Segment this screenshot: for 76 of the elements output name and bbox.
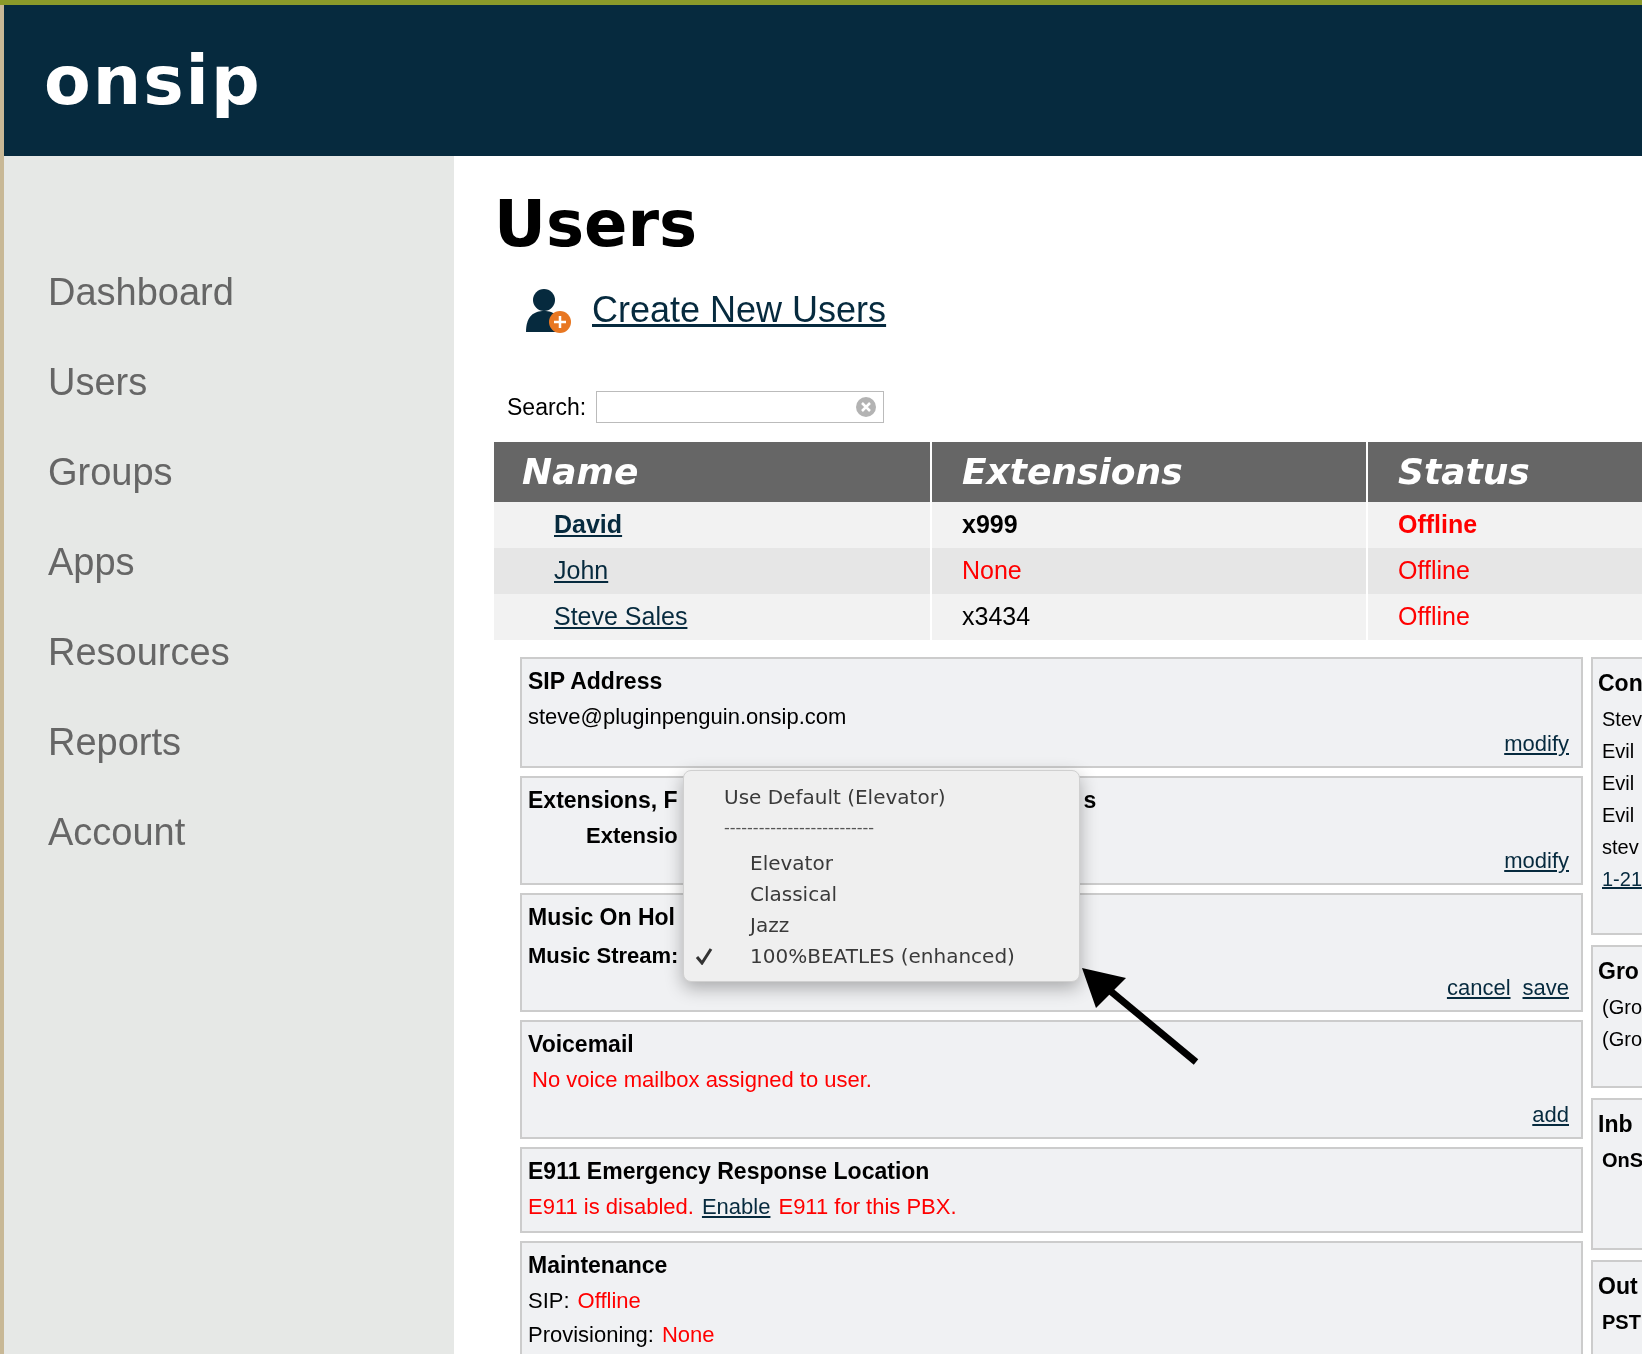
panel-title: E911 Emergency Response Location <box>528 1156 930 1186</box>
table-row[interactable]: John None Offline <box>494 548 1642 594</box>
sidebar-item[interactable]: Dashboard <box>48 273 234 311</box>
enable-link[interactable]: Enable <box>701 1189 771 1223</box>
search-label: Search: <box>507 392 587 422</box>
action-link[interactable]: add <box>1532 1098 1569 1131</box>
panel-title: Voicemail <box>528 1029 634 1059</box>
action-link[interactable]: save <box>1522 971 1569 1004</box>
column-header[interactable]: Extensions <box>962 445 1183 499</box>
field-text: (Gro <box>1602 995 1642 1020</box>
extension-text: x3434 <box>962 601 1031 633</box>
panel-title: Con <box>1598 668 1642 698</box>
action-link[interactable]: modify <box>1504 727 1569 760</box>
sidebar-item[interactable]: Groups <box>48 453 173 491</box>
column-header[interactable]: Status <box>1398 445 1530 499</box>
field-text: (Gro <box>1602 1027 1642 1052</box>
search-field[interactable] <box>596 391 885 423</box>
alert-text: E911 is disabled. <box>528 1192 694 1221</box>
page-title: Users <box>494 186 699 263</box>
field-text: steve@pluginpenguin.onsip.com <box>528 702 847 731</box>
create-users-link[interactable]: Create New Users <box>592 292 887 328</box>
panel-title: Music On Hol <box>528 902 675 932</box>
status-text: Offline <box>1398 601 1470 633</box>
action-link[interactable]: cancel <box>1446 971 1511 1004</box>
user-name-link[interactable]: Steve Sales <box>554 598 688 636</box>
user-name-link[interactable]: John <box>554 552 609 590</box>
table-row[interactable]: David x999 Offline <box>494 502 1642 548</box>
menu-row[interactable]: Use Default (Elevator) <box>684 781 1079 812</box>
user-name-link[interactable]: David <box>554 506 623 544</box>
field-text: PST <box>1602 1310 1641 1335</box>
link[interactable]: 1-21 <box>1602 864 1642 894</box>
field-text: OnS <box>1602 1148 1642 1173</box>
field-text: stev <box>1602 835 1639 860</box>
add-user-icon[interactable] <box>524 286 572 334</box>
panel-title: Out <box>1598 1271 1639 1301</box>
menu-item: Elevator <box>749 849 833 877</box>
alert-text: E911 for this PBX. <box>778 1192 957 1221</box>
sidebar-item[interactable]: Account <box>48 813 186 851</box>
field-text: Stev <box>1602 707 1642 732</box>
field-text: Evil <box>1602 739 1635 764</box>
field-text: Music Stream: <box>528 941 679 970</box>
panel-title: Extensions, F <box>528 785 678 815</box>
menu-row[interactable]: 100%BEATLES (enhanced) <box>684 940 1079 971</box>
field-text: Extensio <box>586 821 678 850</box>
field-text: Evil <box>1602 803 1635 828</box>
table-row[interactable]: Steve Sales x3434 Offline <box>494 594 1642 640</box>
panel-title: Inb <box>1598 1109 1634 1139</box>
sidebar-item[interactable]: Apps <box>48 543 135 581</box>
status-text: Offline <box>1398 509 1478 541</box>
sidebar-item[interactable]: Reports <box>48 723 182 761</box>
panel-title: s <box>1083 785 1097 815</box>
column-header[interactable]: Name <box>522 445 639 499</box>
extension-text: x999 <box>962 509 1018 541</box>
alert-text: None <box>661 1320 715 1349</box>
field-text: Provisioning: <box>528 1320 654 1349</box>
field-text: SIP: <box>528 1286 570 1315</box>
field-text: Evil <box>1602 771 1635 796</box>
menu-row[interactable]: Elevator <box>684 847 1079 878</box>
menu-item: Use Default (Elevator) <box>724 783 946 811</box>
alert-text: No voice mailbox assigned to user. <box>532 1065 872 1094</box>
separator: -------------------------- <box>723 816 875 839</box>
menu-item: Classical <box>749 880 837 908</box>
menu-item: Jazz <box>748 911 790 939</box>
panel-title: Gro <box>1598 956 1640 986</box>
status-text: Offline <box>1398 555 1470 587</box>
menu-row[interactable]: Jazz <box>684 909 1079 940</box>
panel-title: SIP Address <box>528 666 663 696</box>
alert-text: Offline <box>577 1286 641 1315</box>
menu-row[interactable]: Classical <box>684 878 1079 909</box>
menu-item: 100%BEATLES (enhanced) <box>749 942 1015 970</box>
clear-icon[interactable] <box>855 396 878 418</box>
panel-title: Maintenance <box>528 1250 668 1280</box>
sidebar-item[interactable]: Users <box>48 363 148 401</box>
sidebar-item[interactable]: Resources <box>48 633 230 671</box>
action-link[interactable]: modify <box>1504 844 1569 877</box>
extension-text: None <box>962 555 1022 587</box>
